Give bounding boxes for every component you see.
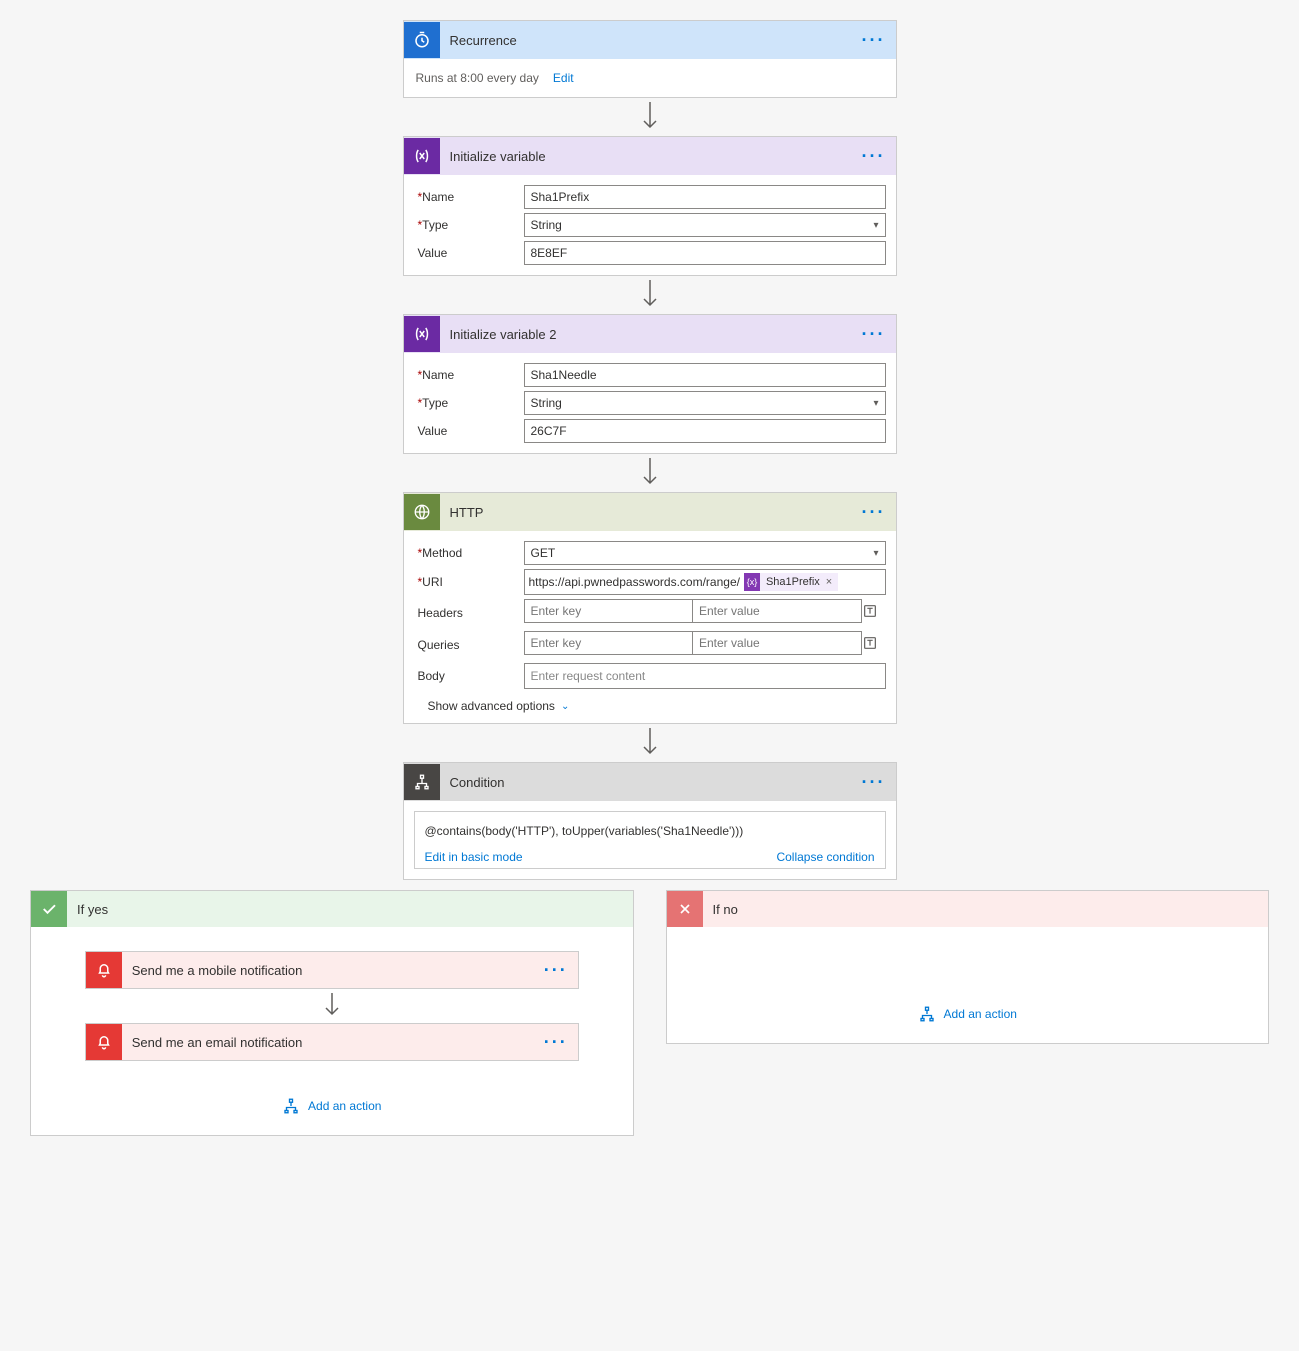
text-mode-icon[interactable]	[862, 603, 886, 619]
chevron-down-icon: ▾	[873, 220, 878, 231]
arrow-icon	[403, 276, 897, 314]
condition-header[interactable]: Condition ···	[404, 763, 896, 801]
edit-basic-link[interactable]: Edit in basic mode	[425, 850, 523, 864]
init-var2-header[interactable]: Initialize variable 2 ···	[404, 315, 896, 353]
http-header[interactable]: HTTP ···	[404, 493, 896, 531]
if-yes-title: If yes	[67, 902, 633, 917]
if-no-title: If no	[703, 902, 1269, 917]
init-var-header[interactable]: Initialize variable ···	[404, 137, 896, 175]
name-input[interactable]	[524, 185, 886, 209]
text-mode-icon[interactable]	[862, 635, 886, 651]
schedule-text: Runs at 8:00 every day	[416, 71, 539, 85]
edit-link[interactable]: Edit	[553, 71, 574, 85]
action-mobile-notif: Send me a mobile notification ···	[85, 951, 579, 989]
name-label: *Name	[414, 190, 524, 204]
more-icon[interactable]: ···	[862, 329, 886, 339]
arrow-icon	[403, 98, 897, 136]
recurrence-header[interactable]: Recurrence ···	[404, 21, 896, 59]
name-input[interactable]	[524, 363, 886, 387]
if-no-header: If no	[667, 891, 1269, 927]
cross-icon	[667, 891, 703, 927]
condition-title: Condition	[440, 775, 862, 790]
advanced-toggle[interactable]: Show advanced options ⌄	[414, 693, 886, 713]
arrow-icon	[403, 724, 897, 762]
globe-icon	[404, 494, 440, 530]
query-key-input[interactable]	[524, 631, 693, 655]
type-select[interactable]: String ▾	[524, 391, 886, 415]
recurrence-card: Recurrence ··· Runs at 8:00 every day Ed…	[403, 20, 897, 98]
headers-label: Headers	[414, 606, 524, 620]
http-title: HTTP	[440, 505, 862, 520]
uri-label: *URI	[414, 575, 524, 589]
recurrence-title: Recurrence	[440, 33, 862, 48]
variable-icon: {x}	[744, 573, 760, 591]
body-label: Body	[414, 669, 524, 683]
add-action-button[interactable]: Add an action	[918, 1005, 1017, 1023]
bell-icon	[86, 952, 122, 988]
queries-label: Queries	[414, 638, 524, 652]
action-header[interactable]: Send me a mobile notification ···	[86, 952, 578, 988]
add-step-icon	[918, 1005, 936, 1023]
value-input[interactable]	[524, 419, 886, 443]
if-yes-branch: If yes Send me a mobile notification ···	[30, 890, 634, 1136]
expression-text: @contains(body('HTTP'), toUpper(variable…	[425, 824, 875, 838]
chevron-down-icon: ▾	[873, 398, 878, 409]
chevron-down-icon: ⌄	[561, 701, 569, 712]
clock-icon	[404, 22, 440, 58]
init-var2-title: Initialize variable 2	[440, 327, 862, 342]
action-title: Send me an email notification	[122, 1035, 544, 1050]
check-icon	[31, 891, 67, 927]
type-select[interactable]: String ▾	[524, 213, 886, 237]
init-var-title: Initialize variable	[440, 149, 862, 164]
http-card: HTTP ··· *Method GET ▾ *URI	[403, 492, 897, 724]
type-label: *Type	[414, 396, 524, 410]
method-select[interactable]: GET ▾	[524, 541, 886, 565]
method-label: *Method	[414, 546, 524, 560]
init-var2-card: Initialize variable 2 ··· *Name *Type St…	[403, 314, 897, 454]
add-action-button[interactable]: Add an action	[282, 1097, 381, 1115]
remove-pill-icon[interactable]: ×	[826, 576, 832, 588]
if-no-branch: If no Add an action	[666, 890, 1270, 1044]
condition-card: Condition ··· @contains(body('HTTP'), to…	[403, 762, 897, 880]
recurrence-sub: Runs at 8:00 every day Edit	[404, 59, 896, 97]
variable-icon	[404, 316, 440, 352]
more-icon[interactable]: ···	[544, 965, 568, 975]
action-header[interactable]: Send me an email notification ···	[86, 1024, 578, 1060]
condition-expression-box[interactable]: @contains(body('HTTP'), toUpper(variable…	[414, 811, 886, 869]
action-title: Send me a mobile notification	[122, 963, 544, 978]
action-email-notif: Send me an email notification ···	[85, 1023, 579, 1061]
more-icon[interactable]: ···	[862, 777, 886, 787]
more-icon[interactable]: ···	[862, 507, 886, 517]
more-icon[interactable]: ···	[862, 35, 886, 45]
more-icon[interactable]: ···	[862, 151, 886, 161]
header-key-input[interactable]	[524, 599, 693, 623]
type-label: *Type	[414, 218, 524, 232]
query-value-input[interactable]	[692, 631, 862, 655]
if-yes-header: If yes	[31, 891, 633, 927]
chevron-down-icon: ▾	[873, 548, 878, 559]
name-label: *Name	[414, 368, 524, 382]
header-value-input[interactable]	[692, 599, 862, 623]
init-var-card: Initialize variable ··· *Name *Type Stri…	[403, 136, 897, 276]
value-label: Value	[414, 246, 524, 260]
value-label: Value	[414, 424, 524, 438]
more-icon[interactable]: ···	[544, 1037, 568, 1047]
variable-pill: {x} Sha1Prefix ×	[744, 573, 838, 591]
uri-input[interactable]: https://api.pwnedpasswords.com/range/ {x…	[524, 569, 886, 595]
variable-icon	[404, 138, 440, 174]
collapse-link[interactable]: Collapse condition	[776, 850, 874, 864]
add-step-icon	[282, 1097, 300, 1115]
value-input[interactable]	[524, 241, 886, 265]
body-input[interactable]: Enter request content	[524, 663, 886, 689]
arrow-icon	[323, 989, 341, 1023]
bell-icon	[86, 1024, 122, 1060]
condition-icon	[404, 764, 440, 800]
arrow-icon	[403, 454, 897, 492]
